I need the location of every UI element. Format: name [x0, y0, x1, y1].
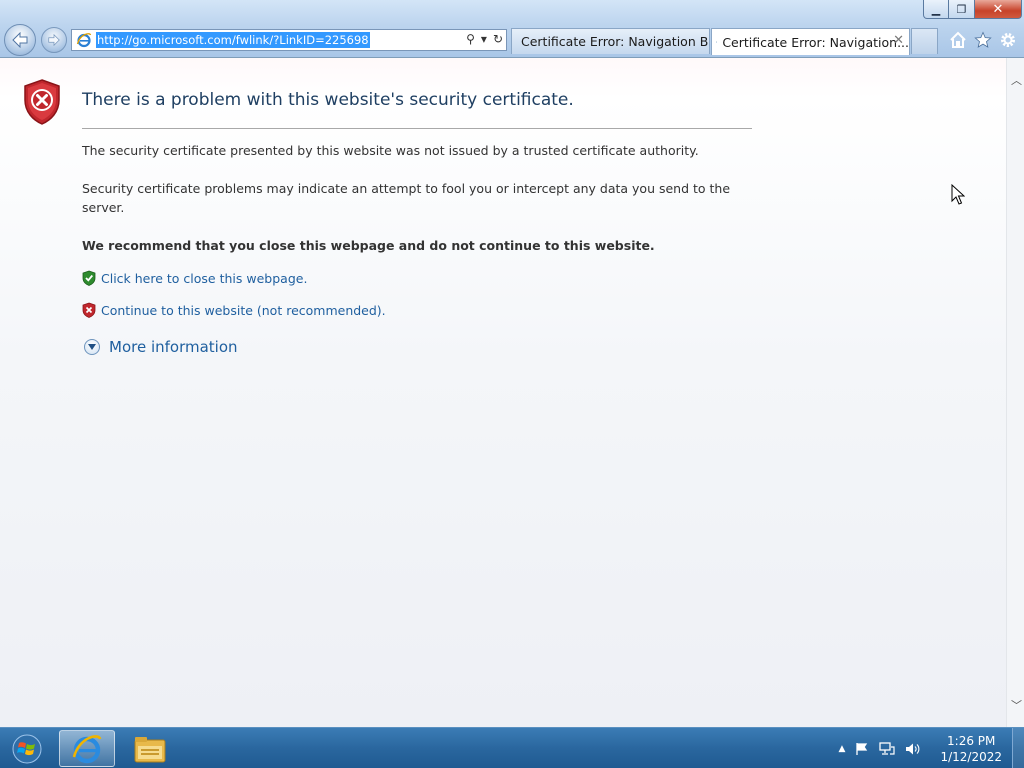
- network-icon[interactable]: [879, 741, 896, 756]
- title-divider: [82, 128, 752, 129]
- close-window-button[interactable]: ✕: [975, 0, 1022, 19]
- taskbar-internet-explorer[interactable]: [59, 730, 115, 767]
- clock-date: 1/12/2022: [940, 749, 1002, 764]
- back-button[interactable]: [4, 24, 36, 56]
- close-webpage-row: Click here to close this webpage.: [82, 270, 307, 286]
- vertical-scrollbar[interactable]: ︿ ﹀: [1006, 58, 1024, 727]
- ie-page-icon: [76, 33, 92, 48]
- page-title: There is a problem with this website's s…: [82, 90, 574, 110]
- error-shield-icon: [24, 79, 60, 125]
- taskbar: ▲ 1:26 PM 1/12/2022: [0, 727, 1024, 768]
- green-shield-icon: [82, 270, 96, 286]
- scroll-down-icon[interactable]: ﹀: [1011, 697, 1022, 713]
- continue-website-link[interactable]: Continue to this website (not recommende…: [101, 303, 386, 318]
- show-desktop-button[interactable]: [1012, 728, 1024, 768]
- url-text[interactable]: http://go.microsoft.com/fwlink/?LinkID=2…: [96, 32, 370, 48]
- system-tray: ▲ 1:26 PM 1/12/2022: [834, 728, 1024, 768]
- folder-icon: [134, 736, 166, 762]
- expand-circle-icon[interactable]: [84, 339, 100, 355]
- forward-button[interactable]: [41, 27, 67, 53]
- clock-time: 1:26 PM: [947, 733, 996, 748]
- scroll-up-icon[interactable]: ︿: [1011, 72, 1022, 88]
- ie-logo-icon: [72, 734, 102, 763]
- close-webpage-link[interactable]: Click here to close this webpage.: [101, 271, 307, 286]
- browser-chrome: ▁ ❐ ✕ http://go.microsoft.com/fwlink/?Li…: [0, 0, 1024, 58]
- mouse-cursor-icon: [951, 184, 965, 205]
- recommendation-text: We recommend that you close this webpage…: [82, 238, 655, 253]
- continue-website-row: Continue to this website (not recommende…: [82, 302, 386, 318]
- show-hidden-icons-button[interactable]: ▲: [839, 744, 846, 754]
- ie-tab-icon: [716, 41, 718, 43]
- close-tab-icon[interactable]: ✕: [893, 33, 904, 48]
- action-center-flag-icon[interactable]: [855, 742, 869, 756]
- address-bar[interactable]: http://go.microsoft.com/fwlink/?LinkID=2…: [71, 29, 507, 51]
- volume-icon[interactable]: [905, 742, 921, 756]
- clock[interactable]: 1:26 PM 1/12/2022: [940, 733, 1002, 765]
- start-button[interactable]: [4, 731, 50, 767]
- window-controls: ▁ ❐ ✕: [923, 0, 1022, 19]
- refresh-icon[interactable]: ↻: [493, 32, 503, 46]
- info-paragraph-2: Security certificate problems may indica…: [82, 181, 731, 215]
- search-icon[interactable]: ⚲: [466, 32, 475, 46]
- new-tab-button[interactable]: [911, 28, 938, 54]
- chevron-down-icon[interactable]: ▾: [481, 32, 487, 46]
- tab-certificate-error-2[interactable]: Certificate Error: Navigation... ✕: [711, 28, 910, 55]
- tab-certificate-error-1[interactable]: Certificate Error: Navigation Bl...: [511, 28, 710, 54]
- gear-icon[interactable]: [998, 30, 1018, 50]
- back-arrow-icon: [12, 32, 28, 48]
- tab-title: Certificate Error: Navigation...: [722, 34, 909, 50]
- minimize-button[interactable]: ▁: [923, 0, 949, 19]
- star-icon[interactable]: [973, 30, 993, 50]
- tab-title: Certificate Error: Navigation Bl...: [521, 34, 710, 49]
- more-information-link[interactable]: More information: [109, 338, 238, 356]
- forward-arrow-icon: [48, 34, 60, 46]
- address-tools: ⚲ ▾ ↻: [466, 32, 503, 46]
- taskbar-file-explorer[interactable]: [122, 730, 178, 767]
- info-paragraph-1: The security certificate presented by th…: [82, 143, 699, 158]
- home-icon[interactable]: [948, 30, 968, 50]
- more-information-row[interactable]: More information: [84, 338, 238, 356]
- red-shield-icon: [82, 302, 96, 318]
- page-content: There is a problem with this website's s…: [0, 58, 1006, 727]
- windows-logo-icon: [12, 734, 42, 764]
- maximize-button[interactable]: ❐: [949, 0, 975, 19]
